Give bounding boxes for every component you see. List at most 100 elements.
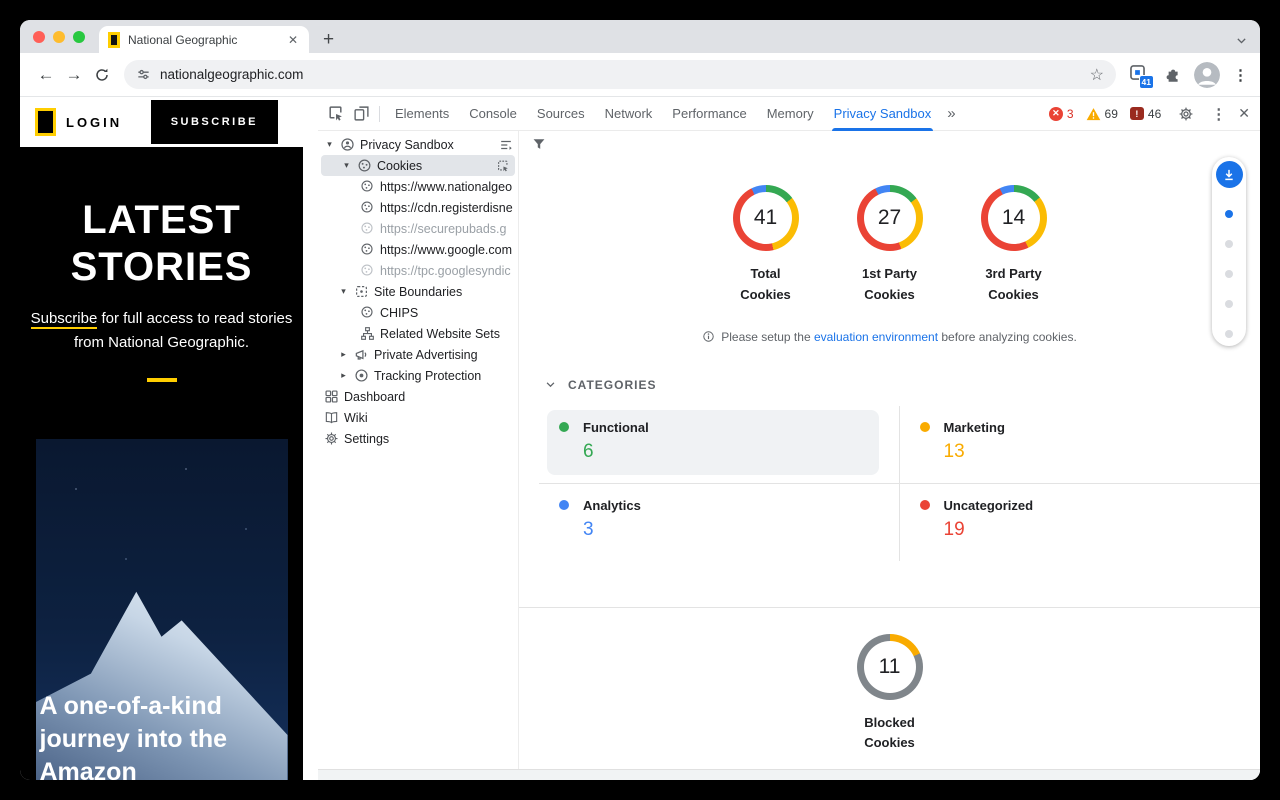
report-side-nav bbox=[1212, 157, 1246, 346]
privacy-sandbox-icon bbox=[340, 137, 355, 152]
tree-item-privacy-sandbox[interactable]: ▾ Privacy Sandbox bbox=[318, 134, 518, 155]
category-count: 13 bbox=[944, 441, 1229, 463]
toolbar-right: 41 ⋮ bbox=[1124, 62, 1248, 88]
close-window-button[interactable] bbox=[33, 31, 45, 43]
subscribe-link[interactable]: Subscribe bbox=[31, 310, 98, 329]
devtools-body: ▾ Privacy Sandbox ▾ bbox=[318, 131, 1260, 769]
minimize-window-button[interactable] bbox=[53, 31, 65, 43]
browser-menu-icon[interactable]: ⋮ bbox=[1233, 66, 1248, 84]
bookmark-star-icon[interactable]: ☆ bbox=[1090, 65, 1104, 85]
inspect-element-icon[interactable] bbox=[322, 101, 348, 127]
evaluation-environment-link[interactable]: evaluation environment bbox=[814, 330, 938, 344]
chevron-down-icon bbox=[545, 379, 556, 390]
separator bbox=[379, 106, 380, 122]
tab-sources[interactable]: Sources bbox=[527, 97, 595, 131]
tree-item-tracking-protection[interactable]: ▸ Tracking Protection bbox=[318, 365, 518, 386]
tab-network[interactable]: Network bbox=[595, 97, 663, 131]
tab-title: National Geographic bbox=[128, 33, 278, 47]
categories-grid: Functional 6 Marketing 13 bbox=[539, 406, 1260, 561]
device-toolbar-icon[interactable] bbox=[348, 101, 374, 127]
tab-privacy-sandbox[interactable]: Privacy Sandbox bbox=[824, 97, 942, 131]
forward-button[interactable]: → bbox=[60, 61, 88, 89]
section-nav-dot[interactable] bbox=[1225, 240, 1233, 248]
category-functional[interactable]: Functional 6 bbox=[539, 406, 900, 484]
setup-info: Please setup the evaluation environment … bbox=[519, 330, 1260, 344]
tab-elements[interactable]: Elements bbox=[385, 97, 459, 131]
subscribe-button[interactable]: SUBSCRIBE bbox=[151, 100, 278, 144]
tree-item-chips[interactable]: CHIPS bbox=[318, 302, 518, 323]
cookie-icon bbox=[360, 305, 375, 320]
tree-item-url[interactable]: https://cdn.registerdisne bbox=[318, 197, 518, 218]
expand-arrow-icon[interactable]: ▾ bbox=[324, 139, 335, 150]
back-button[interactable]: ← bbox=[32, 61, 60, 89]
filter-bar bbox=[519, 131, 1260, 157]
site-settings-icon[interactable] bbox=[136, 67, 151, 82]
section-divider bbox=[519, 607, 1260, 608]
warnings-badge[interactable]: 69 bbox=[1086, 107, 1118, 121]
tab-close-icon[interactable]: ✕ bbox=[286, 33, 300, 47]
gear-icon bbox=[324, 431, 339, 446]
expand-arrow-icon[interactable]: ▾ bbox=[338, 286, 349, 297]
tree-item-url[interactable]: https://www.nationalgeo bbox=[318, 176, 518, 197]
tab-search-chevron-icon[interactable] bbox=[1235, 34, 1248, 47]
tab-memory[interactable]: Memory bbox=[757, 97, 824, 131]
category-analytics[interactable]: Analytics 3 bbox=[539, 484, 900, 561]
filter-icon[interactable] bbox=[532, 137, 546, 151]
errors-badge[interactable]: ✕ 3 bbox=[1049, 107, 1074, 121]
tree-item-private-advertising[interactable]: ▸ Private Advertising bbox=[318, 344, 518, 365]
natgeo-logo[interactable] bbox=[35, 108, 56, 136]
profile-avatar[interactable] bbox=[1194, 62, 1220, 88]
tree-item-url[interactable]: https://www.google.com bbox=[318, 239, 518, 260]
tree-item-wiki[interactable]: Wiki bbox=[318, 407, 518, 428]
privacy-extension-icon[interactable]: 41 bbox=[1128, 63, 1150, 87]
tree-item-related-website-sets[interactable]: Related Website Sets bbox=[318, 323, 518, 344]
tab-strip: National Geographic ✕ + bbox=[20, 20, 1260, 53]
tab-console[interactable]: Console bbox=[459, 97, 527, 131]
devtools-horizontal-scrollbar[interactable] bbox=[318, 769, 1260, 780]
sidebar-menu-icon[interactable] bbox=[499, 138, 513, 152]
expand-arrow-icon[interactable]: ▾ bbox=[341, 160, 352, 171]
new-tab-button[interactable]: + bbox=[323, 30, 334, 49]
extensions-puzzle-icon[interactable] bbox=[1163, 66, 1181, 84]
extension-badge: 41 bbox=[1139, 75, 1154, 89]
tree-item-url[interactable]: https://tpc.googlesyndic bbox=[318, 260, 518, 281]
categories-section-header[interactable]: CATEGORIES bbox=[519, 378, 1260, 392]
url-text[interactable]: nationalgeographic.com bbox=[160, 67, 1081, 82]
login-link[interactable]: LOGIN bbox=[66, 115, 122, 130]
element-picker-icon[interactable] bbox=[496, 159, 510, 173]
collapse-arrow-icon[interactable]: ▸ bbox=[338, 349, 349, 360]
section-nav-dot[interactable] bbox=[1225, 210, 1233, 218]
book-icon bbox=[324, 410, 339, 425]
devtools-panel: Elements Console Sources Network Perform… bbox=[318, 97, 1260, 780]
category-uncategorized[interactable]: Uncategorized 19 bbox=[900, 484, 1261, 561]
devtools-close-icon[interactable]: ✕ bbox=[1238, 105, 1250, 122]
section-nav-dot[interactable] bbox=[1225, 270, 1233, 278]
donut-label: 3rd Party Cookies bbox=[985, 264, 1041, 306]
download-report-button[interactable] bbox=[1216, 161, 1243, 188]
cookie-icon bbox=[360, 179, 375, 194]
tree-item-settings[interactable]: Settings bbox=[318, 428, 518, 449]
address-bar[interactable]: nationalgeographic.com ☆ bbox=[124, 60, 1116, 89]
page-scrollbar[interactable] bbox=[303, 97, 318, 780]
category-marketing[interactable]: Marketing 13 bbox=[900, 406, 1261, 484]
devtools-settings-icon[interactable] bbox=[1173, 101, 1199, 127]
issues-badge[interactable]: ! 46 bbox=[1130, 107, 1161, 121]
browser-tab[interactable]: National Geographic ✕ bbox=[99, 26, 309, 53]
devtools-menu-icon[interactable]: ⋮ bbox=[1211, 105, 1226, 123]
more-tabs-icon[interactable]: » bbox=[941, 105, 961, 122]
tree-item-site-boundaries[interactable]: ▾ Site Boundaries bbox=[318, 281, 518, 302]
section-nav-dot[interactable] bbox=[1225, 330, 1233, 338]
tree-item-url[interactable]: https://securepubads.g bbox=[318, 218, 518, 239]
site-header: LOGIN SUBSCRIBE bbox=[20, 97, 303, 147]
tree-item-cookies[interactable]: ▾ Cookies bbox=[321, 155, 515, 176]
tab-performance[interactable]: Performance bbox=[662, 97, 756, 131]
maximize-window-button[interactable] bbox=[73, 31, 85, 43]
warning-icon bbox=[1086, 107, 1101, 121]
window-content: LOGIN SUBSCRIBE LATEST STORIES Subscribe… bbox=[20, 97, 1260, 780]
info-icon bbox=[702, 330, 715, 343]
tree-item-dashboard[interactable]: Dashboard bbox=[318, 386, 518, 407]
refresh-button[interactable] bbox=[88, 61, 116, 89]
collapse-arrow-icon[interactable]: ▸ bbox=[338, 370, 349, 381]
section-nav-dot[interactable] bbox=[1225, 300, 1233, 308]
yellow-divider bbox=[147, 378, 177, 382]
